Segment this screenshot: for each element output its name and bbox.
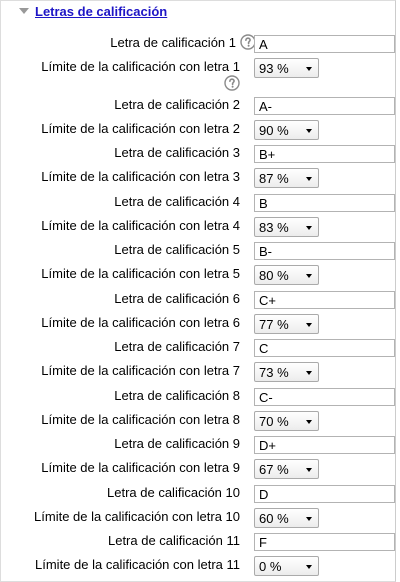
grade-boundary-selected-value: 67 % [259, 462, 289, 477]
grade-boundary-selected-value: 80 % [259, 268, 289, 283]
dropdown-arrow-icon [306, 517, 312, 521]
grade-boundary-selected-value: 93 % [259, 61, 289, 76]
grade-boundary-select[interactable]: 67 % [254, 459, 319, 479]
grade-letter-label: Letra de calificación 9 [114, 436, 240, 451]
grade-letter-input[interactable] [254, 145, 395, 163]
grade-boundary-selected-value: 87 % [259, 171, 289, 186]
dropdown-arrow-icon [306, 371, 312, 375]
grade-letter-input[interactable] [254, 339, 395, 357]
grade-letter-input[interactable] [254, 485, 395, 503]
grade-boundary-select[interactable]: 80 % [254, 265, 319, 285]
grade-letter-label: Letra de calificación 6 [114, 291, 240, 306]
grade-boundary-label: Límite de la calificación con letra 6 [41, 315, 240, 330]
grade-letter-input[interactable] [254, 35, 395, 53]
grade-boundary-label: Límite de la calificación con letra 5 [41, 266, 240, 281]
grade-boundary-select[interactable]: 60 % [254, 508, 319, 528]
dropdown-arrow-icon [306, 226, 312, 230]
grade-boundary-label: Límite de la calificación con letra 4 [41, 218, 240, 233]
dropdown-arrow-icon [306, 177, 312, 181]
grade-letter-label: Letra de calificación 5 [114, 242, 240, 257]
grade-boundary-label: Límite de la calificación con letra 8 [41, 412, 240, 427]
grade-letter-input[interactable] [254, 242, 395, 260]
grade-boundary-selected-value: 70 % [259, 414, 289, 429]
grade-boundary-label: Límite de la calificación con letra 2 [41, 121, 240, 136]
grade-boundary-select[interactable]: 70 % [254, 411, 319, 431]
grade-letter-input[interactable] [254, 436, 395, 454]
dropdown-arrow-icon [306, 468, 312, 472]
grade-letter-label: Letra de calificación 2 [114, 97, 240, 112]
grade-letter-input[interactable] [254, 291, 395, 309]
grade-boundary-label: Límite de la calificación con letra 3 [41, 169, 240, 184]
grade-boundary-selected-value: 73 % [259, 365, 289, 380]
grade-boundary-selected-value: 77 % [259, 317, 289, 332]
dropdown-arrow-icon [306, 420, 312, 424]
grade-letter-input[interactable] [254, 194, 395, 212]
grade-letter-label: Letra de calificación 8 [114, 388, 240, 403]
help-icon[interactable] [224, 75, 240, 91]
section-title[interactable]: Letras de calificación [35, 4, 167, 19]
grade-letter-input[interactable] [254, 97, 395, 115]
dropdown-arrow-icon [306, 323, 312, 327]
grade-boundary-label: Límite de la calificación con letra 10 [34, 509, 240, 524]
grade-letter-label: Letra de calificación 3 [114, 145, 240, 160]
grade-boundary-label: Límite de la calificación con letra 1 [41, 59, 240, 74]
dropdown-arrow-icon [306, 129, 312, 133]
grade-boundary-select[interactable]: 93 % [254, 58, 319, 78]
grade-boundary-label: Límite de la calificación con letra 11 [35, 557, 240, 572]
grade-letter-label: Letra de calificación 4 [114, 194, 240, 209]
grade-boundary-select[interactable]: 90 % [254, 120, 319, 140]
fieldset-legend[interactable]: Letras de calificación [15, 1, 172, 21]
grade-boundary-select[interactable]: 83 % [254, 217, 319, 237]
grade-letter-label: Letra de calificación 10 [107, 485, 240, 500]
collapse-triangle-icon[interactable] [19, 8, 29, 14]
grade-letter-input[interactable] [254, 533, 395, 551]
grade-boundary-select[interactable]: 87 % [254, 168, 319, 188]
grade-letter-input[interactable] [254, 388, 395, 406]
grade-boundary-selected-value: 60 % [259, 511, 289, 526]
dropdown-arrow-icon [306, 565, 312, 569]
grade-letter-label: Letra de calificación 1 [110, 35, 236, 50]
grade-boundary-label: Límite de la calificación con letra 7 [41, 363, 240, 378]
grade-letter-label: Letra de calificación 11 [107, 533, 240, 548]
grade-boundary-select[interactable]: 77 % [254, 314, 319, 334]
grade-boundary-label: Límite de la calificación con letra 9 [41, 460, 240, 475]
dropdown-arrow-icon [306, 67, 312, 71]
grade-boundary-select[interactable]: 73 % [254, 362, 319, 382]
grade-boundary-selected-value: 90 % [259, 123, 289, 138]
grade-boundary-select[interactable]: 0 % [254, 556, 319, 576]
grade-boundary-selected-value: 0 % [259, 559, 282, 574]
dropdown-arrow-icon [306, 274, 312, 278]
grade-boundary-selected-value: 83 % [259, 220, 289, 235]
grade-letter-label: Letra de calificación 7 [114, 339, 240, 354]
